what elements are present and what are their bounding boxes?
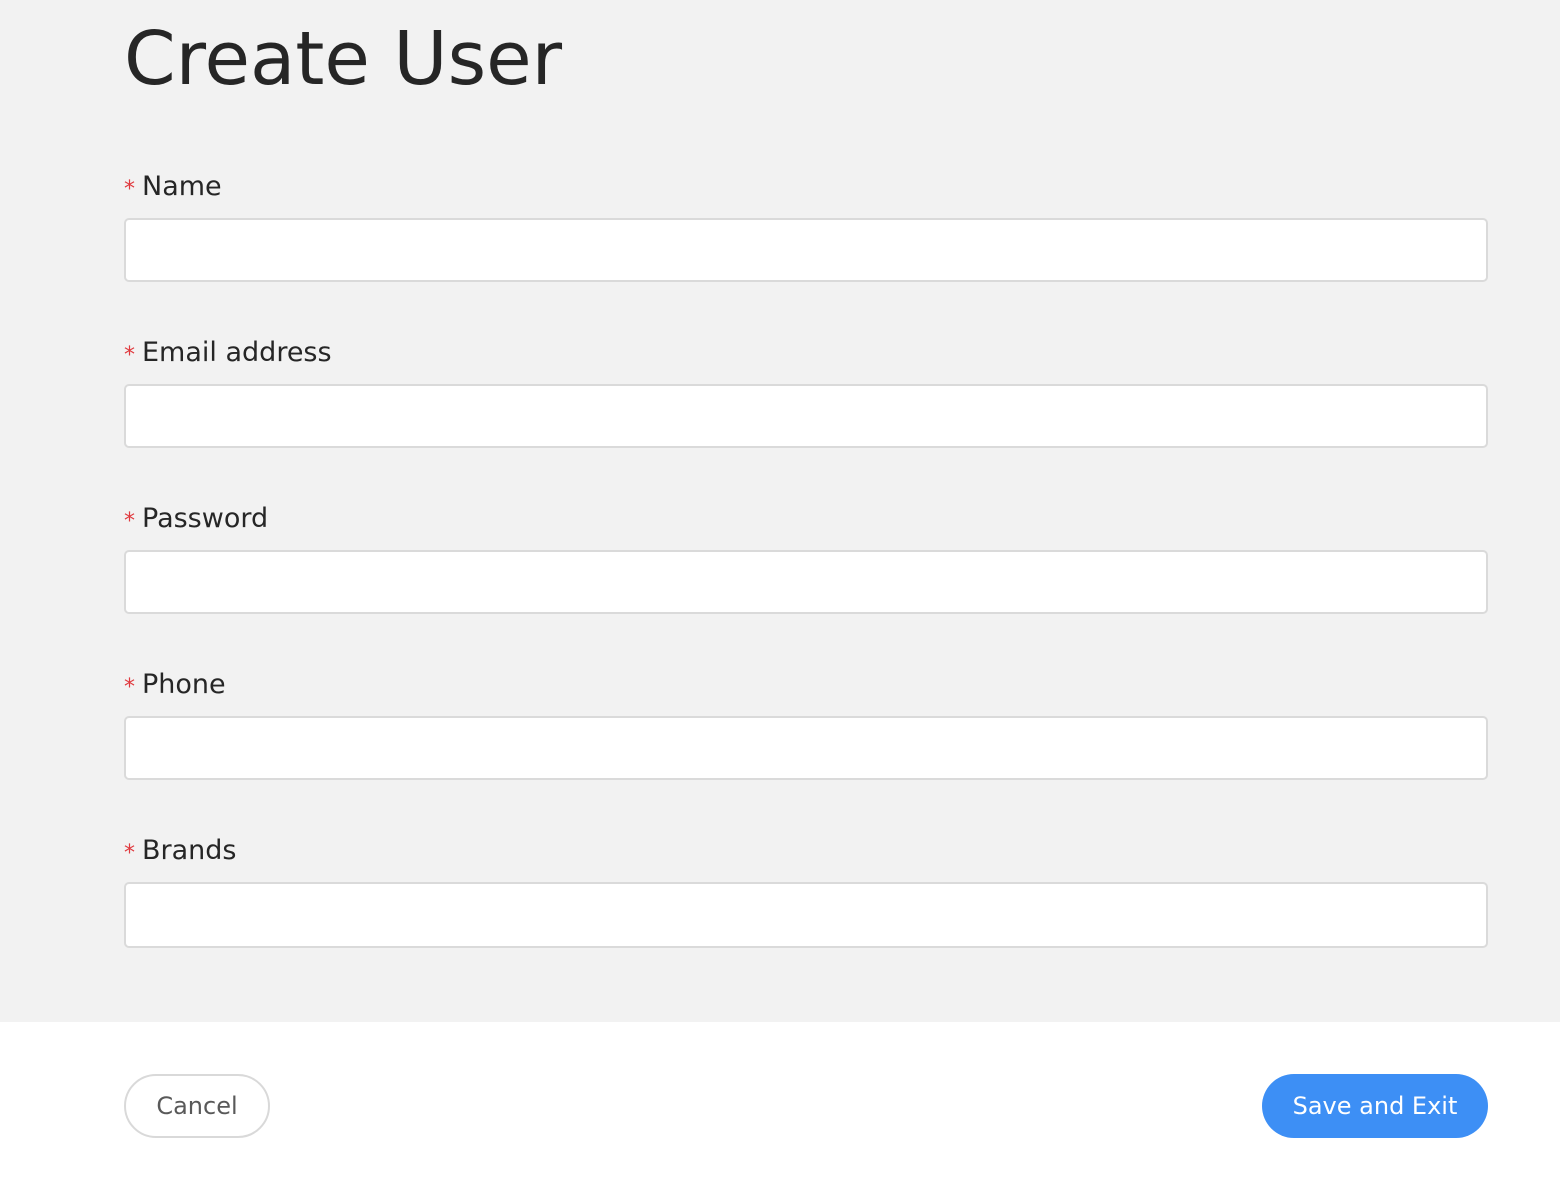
field-email: * Email address <box>124 336 1488 448</box>
form-panel: Create User * Name * Email address * Pas… <box>0 0 1560 1022</box>
required-icon: * <box>124 508 135 534</box>
name-input[interactable] <box>124 218 1488 282</box>
field-password: * Password <box>124 502 1488 614</box>
field-label-text: Name <box>142 170 222 202</box>
field-label-password: * Password <box>124 502 1488 534</box>
brands-input[interactable] <box>124 882 1488 948</box>
field-label-brands: * Brands <box>124 834 1488 866</box>
email-input[interactable] <box>124 384 1488 448</box>
required-icon: * <box>124 674 135 700</box>
required-icon: * <box>124 342 135 368</box>
field-label-text: Password <box>142 502 269 534</box>
field-label-phone: * Phone <box>124 668 1488 700</box>
field-brands: * Brands <box>124 834 1488 948</box>
form-footer: Cancel Save and Exit <box>0 1022 1560 1180</box>
field-label-email: * Email address <box>124 336 1488 368</box>
page-title: Create User <box>124 16 563 102</box>
required-icon: * <box>124 176 135 202</box>
save-and-exit-button[interactable]: Save and Exit <box>1262 1074 1488 1138</box>
password-input[interactable] <box>124 550 1488 614</box>
field-label-text: Brands <box>142 834 237 866</box>
field-label-text: Phone <box>142 668 226 700</box>
field-label-name: * Name <box>124 170 1488 202</box>
field-label-text: Email address <box>142 336 332 368</box>
phone-input[interactable] <box>124 716 1488 780</box>
required-icon: * <box>124 840 135 866</box>
field-name: * Name <box>124 170 1488 282</box>
field-phone: * Phone <box>124 668 1488 780</box>
cancel-button[interactable]: Cancel <box>124 1074 270 1138</box>
